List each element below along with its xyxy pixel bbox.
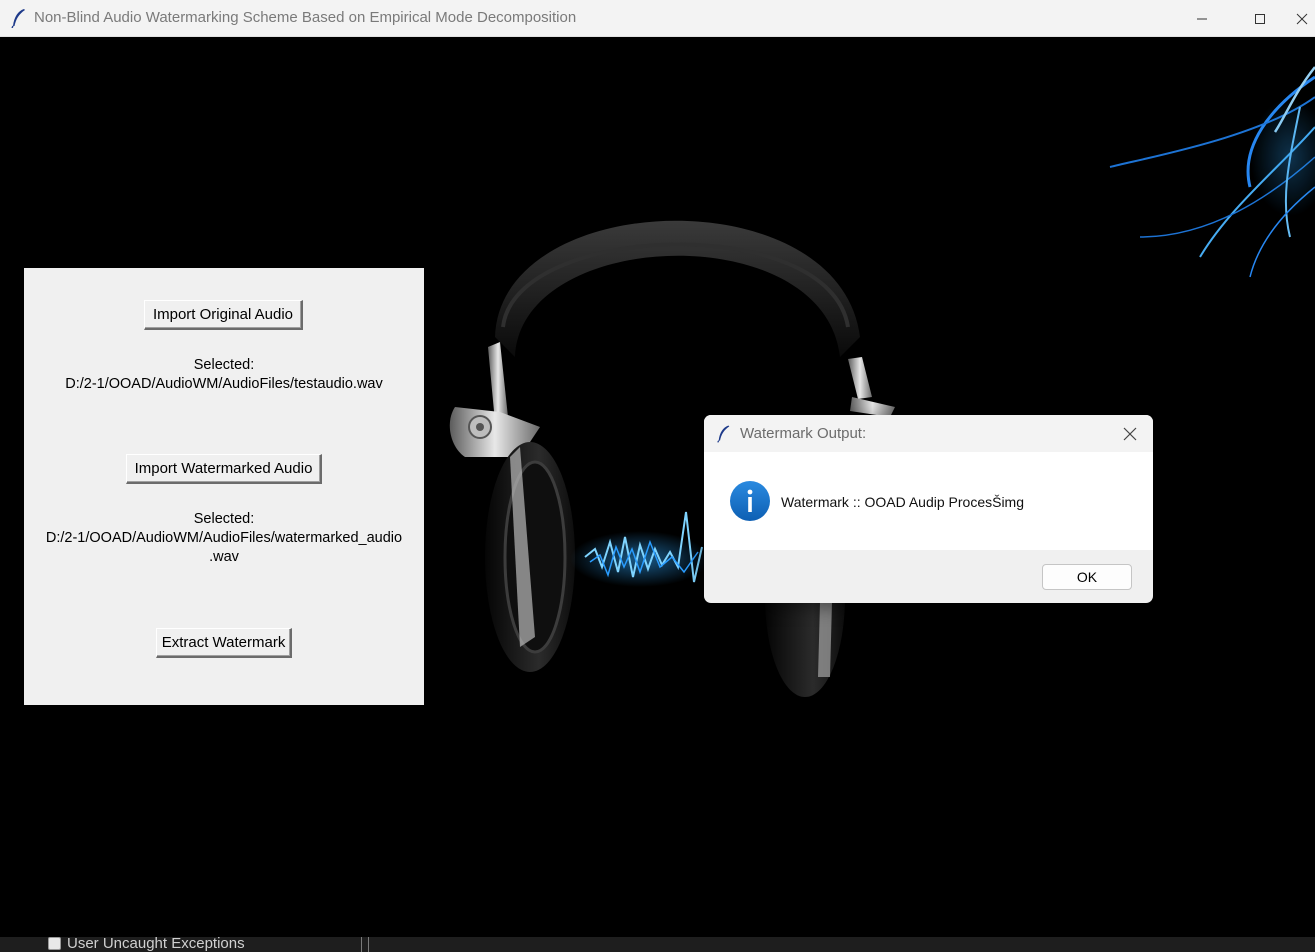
import-watermarked-audio-button[interactable]: Import Watermarked Audio — [126, 454, 322, 484]
minimize-icon — [1197, 18, 1207, 19]
selected-original-heading: Selected: — [193, 357, 255, 373]
watermark-output-dialog: Watermark Output: Watermark :: OOAD Audi… — [704, 415, 1153, 603]
info-icon — [730, 481, 770, 521]
maximize-icon — [1255, 13, 1265, 24]
selected-original-path: D:/2-1/OOAD/AudioWM/AudioFiles/testaudio… — [65, 376, 383, 392]
close-button[interactable] — [1289, 0, 1315, 37]
control-panel: Import Original Audio Selected: D:/2-1/O… — [24, 268, 424, 705]
feather-app-icon — [11, 9, 25, 28]
divider — [361, 937, 362, 952]
minimize-button[interactable] — [1173, 0, 1231, 37]
window-title: Non-Blind Audio Watermarking Scheme Base… — [34, 9, 577, 26]
import-original-audio-button[interactable]: Import Original Audio — [144, 300, 303, 330]
close-icon — [1296, 13, 1308, 24]
blue-light-wisps — [1109, 66, 1315, 278]
user-uncaught-exceptions-label: User Uncaught Exceptions — [67, 935, 245, 952]
extract-watermark-button[interactable]: Extract Watermark — [156, 628, 292, 658]
divider — [368, 937, 369, 952]
selected-original-label: Selected: D:/2-1/OOAD/AudioWM/AudioFiles… — [24, 356, 424, 394]
selected-watermarked-path: D:/2-1/OOAD/AudioWM/AudioFiles/watermark… — [45, 530, 403, 546]
feather-app-icon — [717, 425, 730, 443]
user-uncaught-exceptions-checkbox[interactable] — [48, 937, 61, 950]
selected-watermarked-label: Selected: D:/2-1/OOAD/AudioWM/AudioFiles… — [24, 510, 424, 567]
selected-watermarked-path-ext: .wav — [209, 549, 239, 565]
dialog-close-icon[interactable] — [1120, 424, 1140, 444]
dialog-titlebar: Watermark Output: — [704, 415, 1153, 452]
bottom-exceptions-strip: User Uncaught Exceptions — [0, 935, 1315, 952]
ok-button[interactable]: OK — [1042, 564, 1132, 590]
window-titlebar: Non-Blind Audio Watermarking Scheme Base… — [0, 0, 1315, 37]
dialog-message: Watermark :: OOAD Audip ProcesŠimg — [781, 494, 1024, 510]
blue-sound-wave — [570, 511, 710, 587]
selected-watermarked-heading: Selected: — [193, 511, 255, 527]
maximize-button[interactable] — [1231, 0, 1289, 37]
dialog-title: Watermark Output: — [740, 425, 867, 442]
dialog-body: Watermark :: OOAD Audip ProcesŠimg — [704, 452, 1153, 550]
